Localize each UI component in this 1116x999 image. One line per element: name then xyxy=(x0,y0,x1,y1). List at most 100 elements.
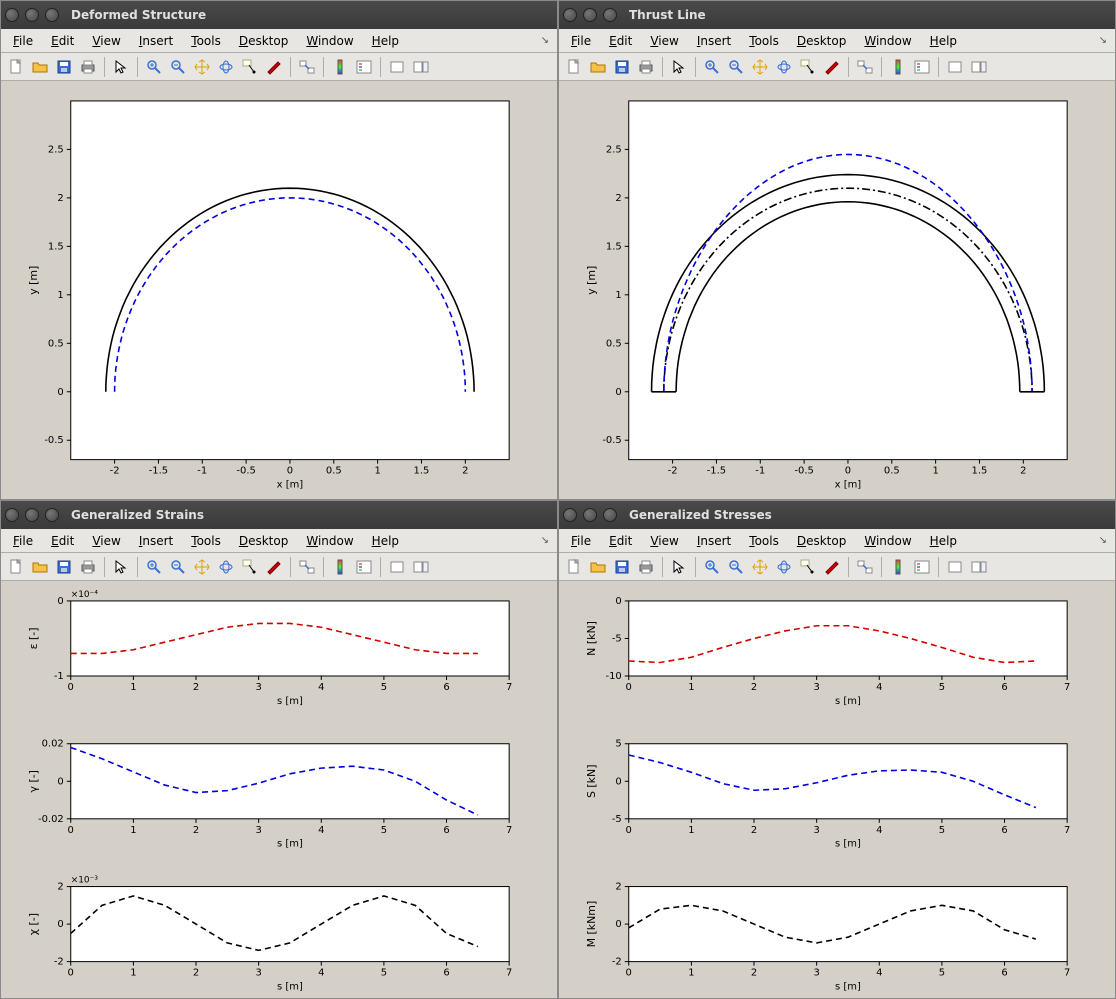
menu-file[interactable]: File xyxy=(563,532,599,550)
menu-desktop[interactable]: Desktop xyxy=(231,32,297,50)
open-icon[interactable] xyxy=(587,56,609,78)
zoom-out-icon[interactable] xyxy=(167,56,189,78)
hideplottools-icon[interactable] xyxy=(944,556,966,578)
brush-icon[interactable] xyxy=(821,56,843,78)
menu-edit[interactable]: Edit xyxy=(43,532,82,550)
minimize-icon[interactable] xyxy=(25,508,39,522)
datacursor-icon[interactable] xyxy=(239,556,261,578)
titlebar[interactable]: Generalized Stresses xyxy=(559,501,1115,529)
save-icon[interactable] xyxy=(611,56,633,78)
print-icon[interactable] xyxy=(635,556,657,578)
pan-icon[interactable] xyxy=(749,56,771,78)
brush-icon[interactable] xyxy=(263,556,285,578)
pan-icon[interactable] xyxy=(191,56,213,78)
plot-stresses[interactable]: 01234567-10-50s [m]N [kN]01234567-505s [… xyxy=(559,581,1115,998)
menu-help[interactable]: Help xyxy=(364,532,407,550)
close-icon[interactable] xyxy=(5,508,19,522)
hideplottools-icon[interactable] xyxy=(944,56,966,78)
menu-view[interactable]: View xyxy=(84,32,128,50)
showplottools-icon[interactable] xyxy=(968,56,990,78)
close-icon[interactable] xyxy=(563,508,577,522)
menu-desktop[interactable]: Desktop xyxy=(231,532,297,550)
plot-thrust[interactable]: -2-1.5-1-0.500.511.52-0.500.511.522.5x [… xyxy=(559,81,1115,499)
pan-icon[interactable] xyxy=(749,556,771,578)
link-icon[interactable] xyxy=(854,556,876,578)
zoom-out-icon[interactable] xyxy=(725,556,747,578)
legend-icon[interactable] xyxy=(353,56,375,78)
menu-window[interactable]: Window xyxy=(856,532,919,550)
datacursor-icon[interactable] xyxy=(239,56,261,78)
print-icon[interactable] xyxy=(635,56,657,78)
menu-insert[interactable]: Insert xyxy=(689,532,739,550)
menu-desktop[interactable]: Desktop xyxy=(789,32,855,50)
rotate3d-icon[interactable] xyxy=(215,556,237,578)
menu-insert[interactable]: Insert xyxy=(131,32,181,50)
menu-window[interactable]: Window xyxy=(298,32,361,50)
maximize-icon[interactable] xyxy=(45,508,59,522)
showplottools-icon[interactable] xyxy=(410,56,432,78)
menu-file[interactable]: File xyxy=(5,32,41,50)
titlebar[interactable]: Generalized Strains xyxy=(1,501,557,529)
link-icon[interactable] xyxy=(854,56,876,78)
showplottools-icon[interactable] xyxy=(410,556,432,578)
menu-tools[interactable]: Tools xyxy=(183,532,229,550)
save-icon[interactable] xyxy=(53,56,75,78)
rotate3d-icon[interactable] xyxy=(773,56,795,78)
save-icon[interactable] xyxy=(53,556,75,578)
close-icon[interactable] xyxy=(5,8,19,22)
titlebar[interactable]: Deformed Structure xyxy=(1,1,557,29)
menu-file[interactable]: File xyxy=(563,32,599,50)
menu-edit[interactable]: Edit xyxy=(43,32,82,50)
showplottools-icon[interactable] xyxy=(968,556,990,578)
pointer-icon[interactable] xyxy=(668,556,690,578)
menu-window[interactable]: Window xyxy=(856,32,919,50)
new-icon[interactable] xyxy=(563,556,585,578)
menu-tools[interactable]: Tools xyxy=(741,32,787,50)
menu-file[interactable]: File xyxy=(5,532,41,550)
maximize-icon[interactable] xyxy=(603,8,617,22)
zoom-out-icon[interactable] xyxy=(725,56,747,78)
hideplottools-icon[interactable] xyxy=(386,556,408,578)
menu-window[interactable]: Window xyxy=(298,532,361,550)
link-icon[interactable] xyxy=(296,56,318,78)
colorbar-icon[interactable] xyxy=(887,56,909,78)
legend-icon[interactable] xyxy=(911,56,933,78)
link-icon[interactable] xyxy=(296,556,318,578)
hideplottools-icon[interactable] xyxy=(386,56,408,78)
menu-insert[interactable]: Insert xyxy=(131,532,181,550)
menu-view[interactable]: View xyxy=(642,532,686,550)
menu-insert[interactable]: Insert xyxy=(689,32,739,50)
dock-icon[interactable]: ↘ xyxy=(1095,533,1111,548)
minimize-icon[interactable] xyxy=(583,8,597,22)
minimize-icon[interactable] xyxy=(583,508,597,522)
rotate3d-icon[interactable] xyxy=(773,556,795,578)
open-icon[interactable] xyxy=(29,56,51,78)
brush-icon[interactable] xyxy=(821,556,843,578)
new-icon[interactable] xyxy=(563,56,585,78)
print-icon[interactable] xyxy=(77,56,99,78)
plot-strains[interactable]: 01234567-10s [m]ε [-]×10⁻⁴01234567-0.020… xyxy=(1,581,557,998)
rotate3d-icon[interactable] xyxy=(215,56,237,78)
menu-edit[interactable]: Edit xyxy=(601,532,640,550)
menu-edit[interactable]: Edit xyxy=(601,32,640,50)
open-icon[interactable] xyxy=(587,556,609,578)
pan-icon[interactable] xyxy=(191,556,213,578)
menu-help[interactable]: Help xyxy=(922,32,965,50)
menu-tools[interactable]: Tools xyxy=(741,532,787,550)
plot-deformed[interactable]: -2-1.5-1-0.500.511.52-0.500.511.522.5x [… xyxy=(1,81,557,499)
new-icon[interactable] xyxy=(5,56,27,78)
menu-help[interactable]: Help xyxy=(364,32,407,50)
pointer-icon[interactable] xyxy=(110,556,132,578)
zoom-out-icon[interactable] xyxy=(167,556,189,578)
titlebar[interactable]: Thrust Line xyxy=(559,1,1115,29)
open-icon[interactable] xyxy=(29,556,51,578)
colorbar-icon[interactable] xyxy=(329,556,351,578)
pointer-icon[interactable] xyxy=(668,56,690,78)
menu-view[interactable]: View xyxy=(642,32,686,50)
new-icon[interactable] xyxy=(5,556,27,578)
dock-icon[interactable]: ↘ xyxy=(537,33,553,48)
pointer-icon[interactable] xyxy=(110,56,132,78)
close-icon[interactable] xyxy=(563,8,577,22)
datacursor-icon[interactable] xyxy=(797,56,819,78)
legend-icon[interactable] xyxy=(353,556,375,578)
